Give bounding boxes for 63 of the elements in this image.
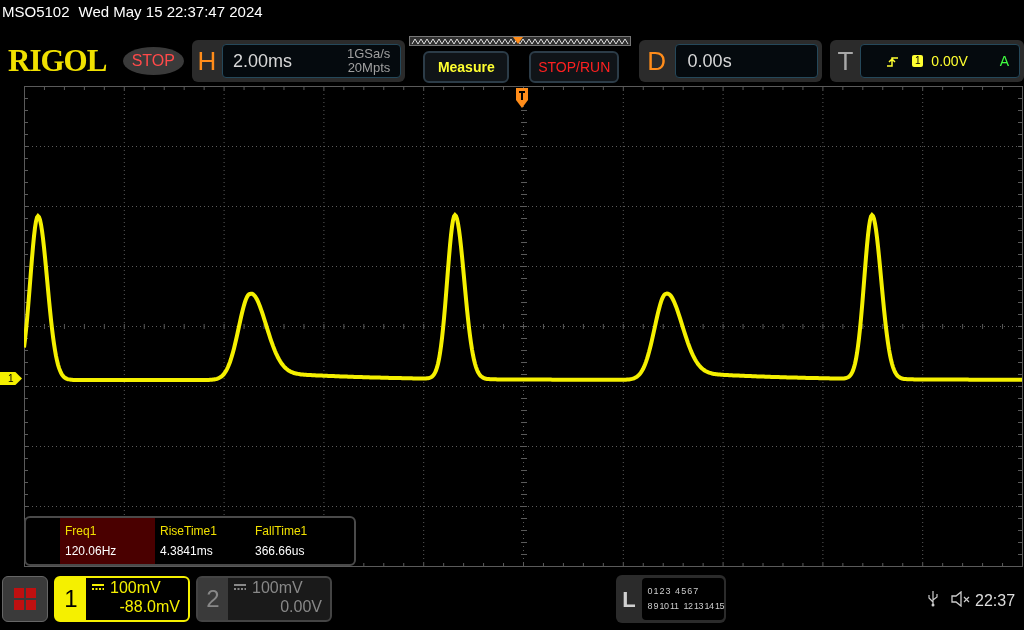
usb-icon xyxy=(928,591,938,607)
logic-channel-number: 5 xyxy=(681,585,686,598)
logic-channel-number: 4 xyxy=(675,585,680,598)
measurement-name: Freq1 xyxy=(65,523,98,540)
stop-run-button[interactable]: STOP/RUN xyxy=(529,51,620,83)
brand-logo: RIGOL xyxy=(8,41,108,80)
sample-rate: 1GSa/s xyxy=(346,47,391,61)
measurement-value: 366.66us xyxy=(255,543,306,560)
logic-channel-number: 11 xyxy=(670,600,679,613)
logic-channel-number: 0 xyxy=(647,585,653,598)
rising-edge-icon xyxy=(887,55,899,67)
logic-channel-number: 10 xyxy=(659,600,669,613)
channel-number: 1 xyxy=(56,578,86,620)
dc-coupling-icon xyxy=(234,584,246,591)
logic-channel-number: 12 xyxy=(683,600,693,613)
channel-offset: 0.00V xyxy=(279,597,322,616)
clock: 22:37 xyxy=(975,591,1016,611)
trigger-label: T xyxy=(836,44,855,78)
model-name: MSO5102 xyxy=(2,2,70,22)
trigger-field[interactable]: 1 0.00V A xyxy=(860,44,1020,78)
measurement-name: RiseTime1 xyxy=(160,523,218,540)
channel-scale: 100mV xyxy=(252,578,303,597)
logic-channel-number: 7 xyxy=(693,585,698,598)
logic-channel-number: 6 xyxy=(687,585,692,598)
position-marker-icon xyxy=(513,37,524,44)
trigger-position-icon xyxy=(516,88,528,108)
measurement-value: 120.06Hz xyxy=(65,543,118,560)
delay-value: 0.00s xyxy=(687,49,732,73)
logic-channel-number: 1 xyxy=(653,585,659,598)
logic-channel-number: 9 xyxy=(653,600,659,613)
trigger-source-badge: 1 xyxy=(912,55,924,67)
channel-scale: 100mV xyxy=(110,578,161,597)
channel-button[interactable]: 2 100mV 0.00V xyxy=(196,576,332,622)
date-time: Wed May 15 22:37:47 2024 xyxy=(78,2,263,22)
channel-button[interactable]: 1 100mV -88.0mV xyxy=(54,576,190,622)
measurement-column[interactable]: Freq1 120.06Hz xyxy=(60,518,155,564)
delay-label: D xyxy=(646,44,667,78)
logic-button[interactable]: L 0 1 2 3 4 5 6 7 8 9 10 11 12 13 14 15 xyxy=(616,575,726,623)
channel-offset: -88.0mV xyxy=(118,597,180,616)
measurement-name: FallTime1 xyxy=(255,523,309,540)
logic-channel-number: 2 xyxy=(659,585,665,598)
channel-number: 2 xyxy=(198,578,228,620)
memory-depth: 20Mpts xyxy=(347,61,391,75)
delay-field[interactable]: 0.00s xyxy=(674,44,819,78)
measure-button[interactable]: Measure xyxy=(423,51,510,83)
logic-channel-number: 14 xyxy=(704,600,714,613)
logic-channel-number: 8 xyxy=(647,600,653,613)
measurement-value: 4.3841ms xyxy=(160,543,214,560)
logic-channel-number: 15 xyxy=(715,600,724,613)
channel-level-marker: 1 xyxy=(0,372,22,385)
horizontal-label: H xyxy=(196,44,218,78)
run-state-indicator: STOP xyxy=(122,47,184,75)
trigger-level: 0.00V xyxy=(931,51,968,71)
menu-button[interactable] xyxy=(2,576,48,622)
logic-label: L xyxy=(621,585,637,614)
trigger-mode: A xyxy=(999,51,1009,71)
muted-speaker-icon xyxy=(951,591,971,607)
dc-coupling-icon xyxy=(92,584,104,591)
grid-icon xyxy=(14,588,36,610)
logic-channel-number: 3 xyxy=(665,585,671,598)
logic-channel-number: 13 xyxy=(693,600,703,613)
timebase-value: 2.00ms xyxy=(232,49,292,73)
timebase-field[interactable]: 2.00ms 1GSa/s 20Mpts xyxy=(221,44,402,78)
